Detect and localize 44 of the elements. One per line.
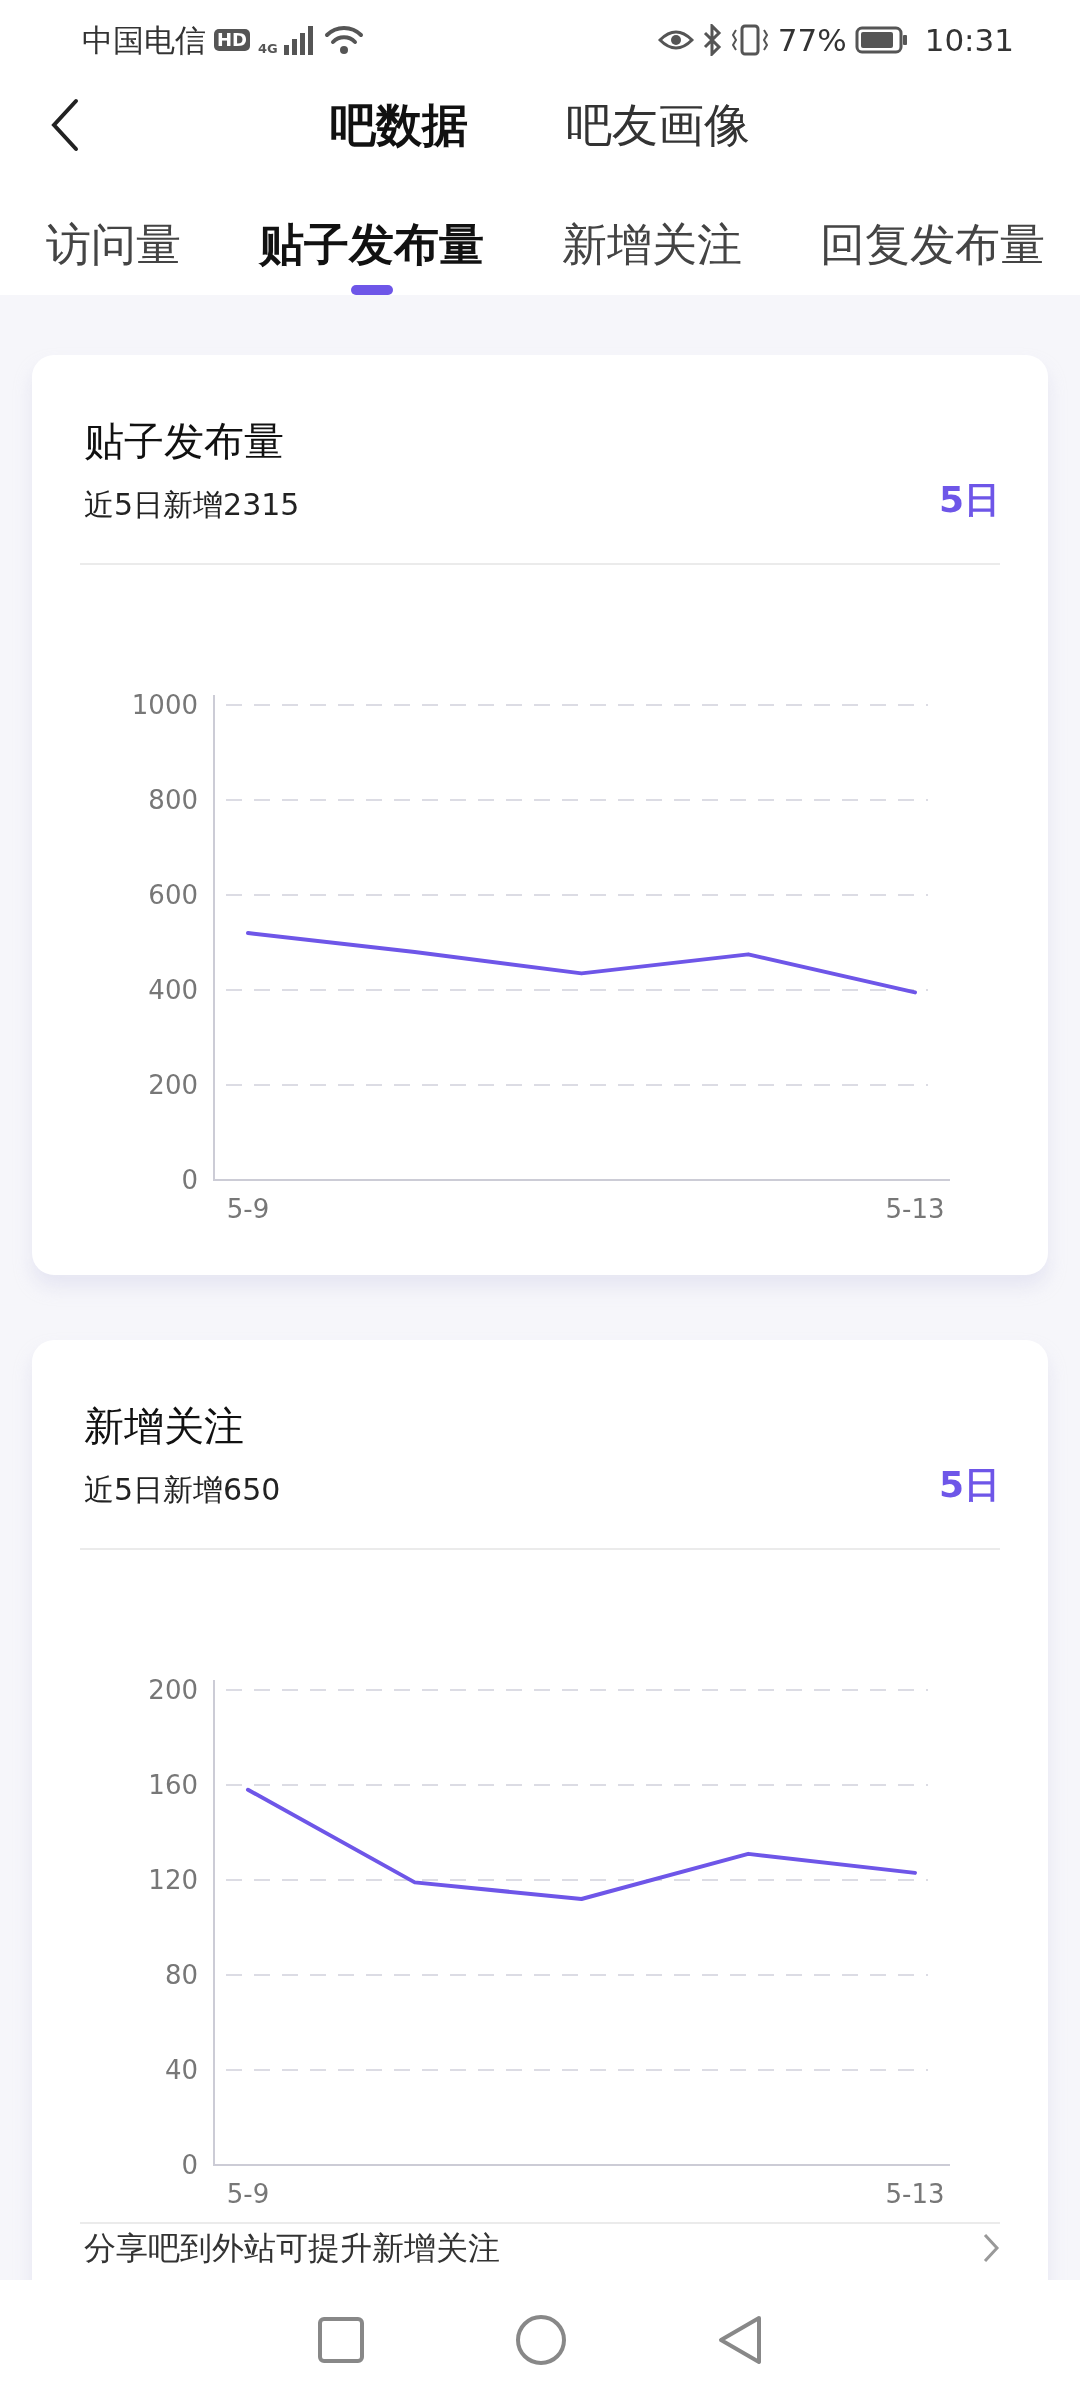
battery-text: 77% <box>777 20 847 60</box>
y-tick-label: 600 <box>148 880 198 910</box>
card-title: 贴子发布量 <box>84 417 285 465</box>
category-tab[interactable]: 贴子发布量 <box>259 195 484 295</box>
y-tick-label: 80 <box>164 1960 198 1990</box>
back-button[interactable] <box>50 98 80 152</box>
period-selector[interactable]: 5日 <box>938 1458 1000 1512</box>
summary-text: 近5日新增2315 <box>84 486 300 524</box>
y-tick-label: 160 <box>148 1770 198 1800</box>
home-button[interactable] <box>515 2314 567 2366</box>
summary-text: 近5日新增650 <box>84 1471 281 1509</box>
header-tab[interactable]: 吧数据 <box>330 90 468 160</box>
y-tick-label: 200 <box>148 1675 198 1705</box>
y-tick-label: 400 <box>148 975 198 1005</box>
clock-text: 10:31 <box>924 20 1014 60</box>
y-tick-label: 200 <box>148 1070 198 1100</box>
header-tab[interactable]: 吧友画像 <box>566 90 750 160</box>
share-link[interactable]: 分享吧到外站可提升新增关注 <box>84 2224 500 2272</box>
category-tab[interactable]: 访问量 <box>46 195 181 295</box>
category-tab[interactable]: 新增关注 <box>562 195 742 295</box>
x-tick-label: 5-9 <box>226 1194 270 1224</box>
y-tick-label: 0 <box>181 1165 198 1195</box>
vibrate-icon <box>729 24 770 56</box>
battery-icon <box>854 26 909 54</box>
back-nav-button[interactable] <box>717 2314 763 2366</box>
hd-badge: HD <box>214 29 250 51</box>
x-tick-label: 5-13 <box>885 1194 945 1224</box>
category-tab[interactable]: 回复发布量 <box>820 195 1045 295</box>
carrier-text: 中国电信 <box>82 20 206 60</box>
y-tick-label: 1000 <box>131 690 198 720</box>
chevron-right-icon <box>982 2232 1000 2264</box>
x-tick-label: 5-9 <box>226 2179 270 2209</box>
y-tick-label: 40 <box>164 2055 198 2085</box>
x-tick-label: 5-13 <box>885 2179 945 2209</box>
y-tick-label: 800 <box>148 785 198 815</box>
y-tick-label: 0 <box>181 2150 198 2180</box>
wifi-icon <box>323 24 364 56</box>
signal-icon <box>281 25 316 55</box>
period-selector[interactable]: 5日 <box>938 473 1000 527</box>
recents-button[interactable] <box>317 2316 365 2364</box>
y-tick-label: 120 <box>148 1865 198 1895</box>
bluetooth-icon <box>701 24 722 56</box>
network-text: 4G <box>258 42 278 55</box>
card-title: 新增关注 <box>84 1402 245 1450</box>
